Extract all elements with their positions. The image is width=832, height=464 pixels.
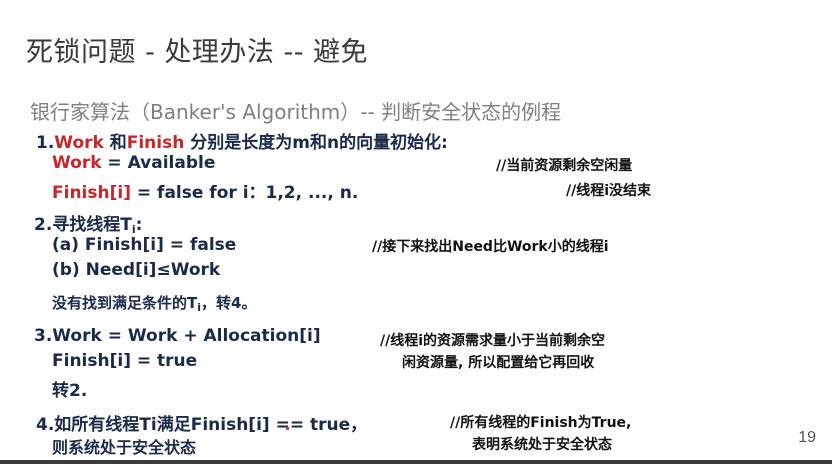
step2-a-comment: //接下来找出Need比Work小的线程i xyxy=(372,239,609,255)
step3-comment1: //线程i的资源需求量小于当前剩余空 xyxy=(380,333,606,349)
bottom-rule xyxy=(0,460,832,464)
step3-line2: Finish[i] = true xyxy=(52,351,198,371)
step2-heading-text: 2.寻找线程T xyxy=(34,215,132,235)
slide: { "slide": { "title": "死锁问题 - 处理办法 -- 避免… xyxy=(0,0,832,464)
step4-comment2: 表明系统处于安全状态 xyxy=(472,437,612,453)
spellcheck-mark xyxy=(286,427,289,430)
step4-line1: 4.如所有线程Ti满足Finish[i] == true， xyxy=(36,415,368,435)
step3-comment2: 闲资源量, 所以配置给它再回收 xyxy=(402,355,595,371)
step3-line1: 3.Work = Work + Allocation[i] xyxy=(34,326,321,346)
step2-a: (a) Finish[i] = false xyxy=(52,235,237,255)
step1-and: 和 xyxy=(103,133,127,153)
step4-comment1: //所有线程的Finish为True, xyxy=(450,415,632,431)
step2-heading: 2.寻找线程Ti: xyxy=(34,210,142,236)
step1-rest: 分别是长度为m和n的向量初始化: xyxy=(184,133,448,153)
step2-b: (b) Need[i]≤Work xyxy=(52,260,221,280)
page-number: 19 xyxy=(798,429,816,446)
step1-heading: 1.Work 和Finish 分别是长度为m和n的向量初始化: xyxy=(36,128,448,153)
step1-line1-rest: = Available xyxy=(101,153,216,173)
step1-line1-work: Work xyxy=(52,153,102,173)
step1-line2: Finish[i] = false for i：1,2, ..., n. xyxy=(52,178,358,203)
slide-subtitle: 银行家算法（Banker's Algorithm）-- 判断安全状态的例程 xyxy=(30,100,562,124)
step1-line1: Work = Available xyxy=(52,153,215,173)
step2-none-text: 没有找到满足条件的T xyxy=(52,294,198,312)
step3-line3: 转2. xyxy=(52,381,88,401)
step1-finish-term: Finish xyxy=(126,133,185,153)
step2-heading-colon: : xyxy=(135,215,143,235)
step1-line2-rest: = false for i：1,2, ..., n. xyxy=(130,183,359,203)
step1-work-term: Work xyxy=(54,133,104,153)
step4-line2: 则系统处于安全状态 xyxy=(52,438,197,457)
step1-line2-finish: Finish[i] xyxy=(52,183,131,203)
step1-prefix: 1. xyxy=(36,133,55,153)
step2-none: 没有找到满足条件的Ti，转4。 xyxy=(52,292,256,314)
slide-title: 死锁问题 - 处理办法 -- 避免 xyxy=(26,37,369,68)
step2-none-end: ，转4。 xyxy=(201,294,257,312)
step1-line2-comment: //线程i没结束 xyxy=(566,183,652,199)
step1-line1-comment: //当前资源剩余空闲量 xyxy=(496,158,633,174)
